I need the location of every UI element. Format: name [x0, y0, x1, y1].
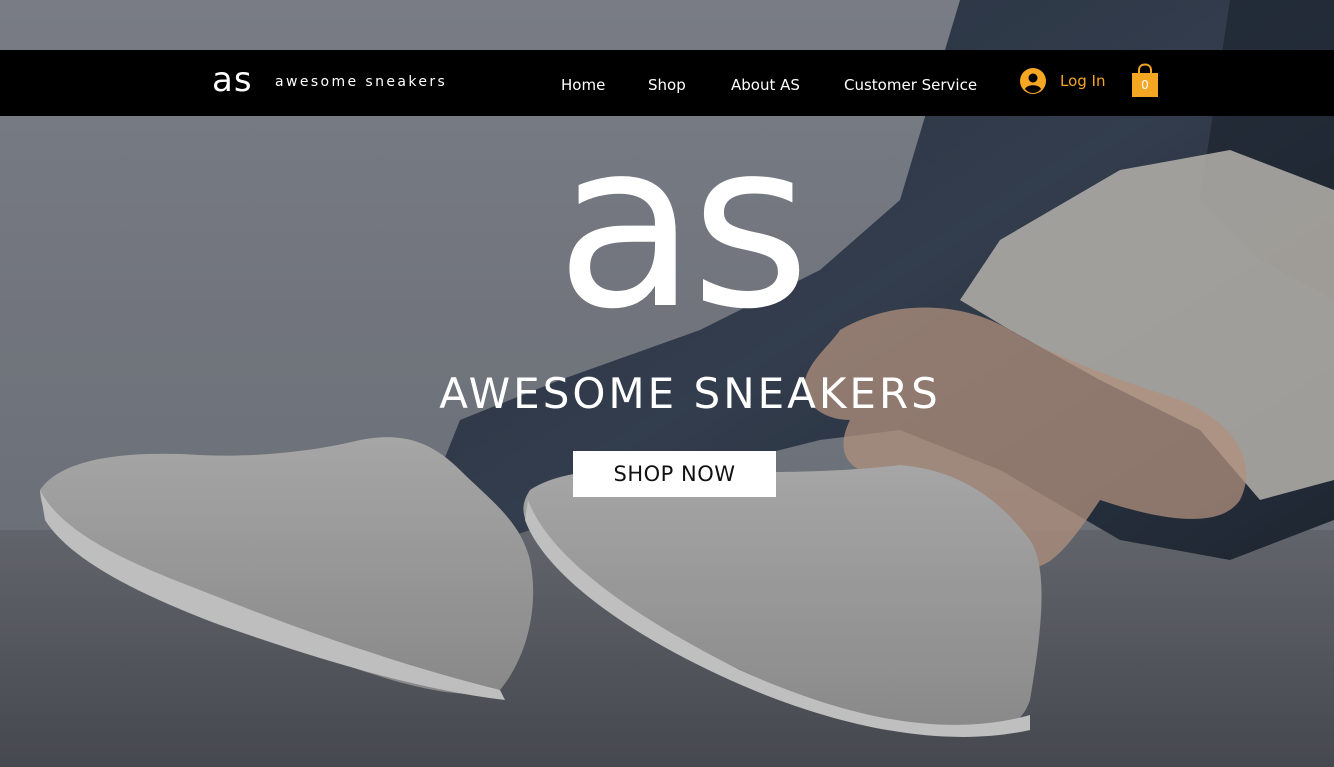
login-button[interactable]: Log In: [1020, 67, 1106, 95]
hero-logo-mark: as: [555, 93, 811, 360]
login-label: Log In: [1060, 72, 1106, 90]
cart-count-badge: 0: [1141, 78, 1149, 92]
page: as awesome sneakers Home Shop About AS C…: [0, 0, 1334, 767]
logo-text[interactable]: awesome sneakers: [275, 72, 447, 92]
cart-button[interactable]: 0: [1130, 63, 1160, 99]
hero-title: AWESOME SNEAKERS: [439, 369, 941, 418]
user-avatar-icon: [1020, 68, 1046, 94]
shop-now-button[interactable]: SHOP NOW: [573, 451, 776, 497]
logo-mark[interactable]: as: [212, 58, 253, 102]
nav-customer-service-link[interactable]: Customer Service: [844, 74, 977, 96]
